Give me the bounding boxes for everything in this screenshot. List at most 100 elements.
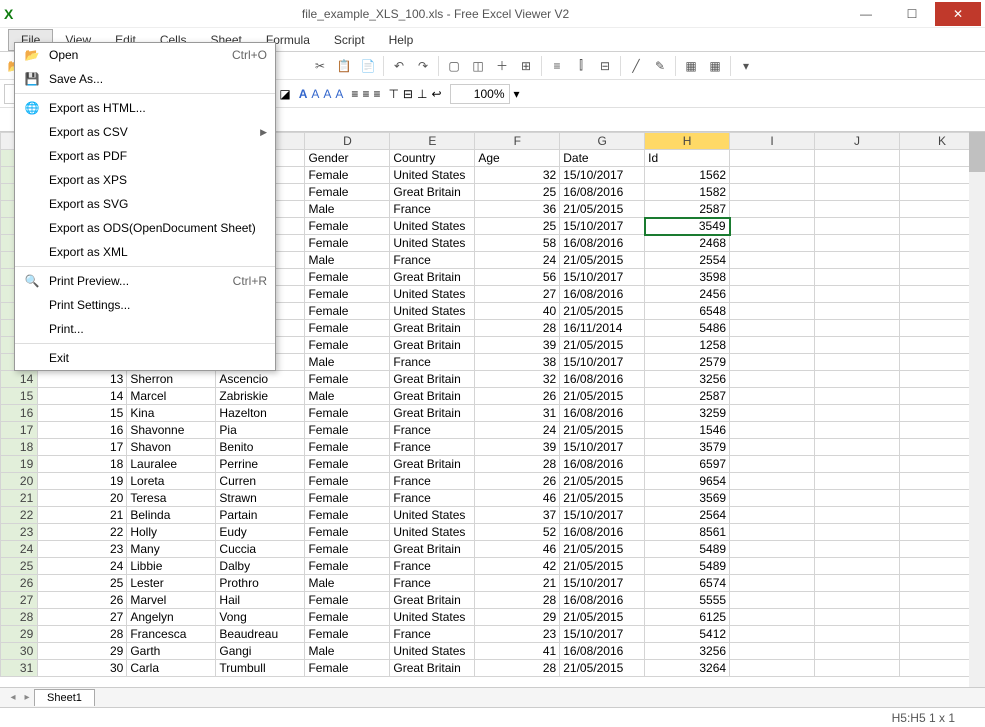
cell[interactable]	[815, 167, 900, 184]
cut-icon[interactable]: ✂	[309, 55, 331, 77]
cell[interactable]: 15/10/2017	[560, 575, 645, 592]
cell[interactable]	[730, 252, 815, 269]
cell[interactable]	[730, 405, 815, 422]
close-button[interactable]: ✕	[935, 2, 981, 26]
cell[interactable]	[815, 320, 900, 337]
cell[interactable]: United States	[390, 218, 475, 235]
cell[interactable]	[815, 252, 900, 269]
cell[interactable]	[815, 337, 900, 354]
cell[interactable]: Garth	[127, 643, 216, 660]
cell[interactable]: Gangi	[216, 643, 305, 660]
cell[interactable]	[815, 473, 900, 490]
cell[interactable]	[730, 354, 815, 371]
col-header-I[interactable]: I	[730, 133, 815, 150]
cell[interactable]: Female	[305, 337, 390, 354]
cell[interactable]: Female	[305, 473, 390, 490]
cell[interactable]: Female	[305, 524, 390, 541]
cell[interactable]: 36	[475, 201, 560, 218]
cell[interactable]	[815, 660, 900, 677]
cell[interactable]: Trumbull	[216, 660, 305, 677]
cell[interactable]: Partain	[216, 507, 305, 524]
cell[interactable]: Male	[305, 354, 390, 371]
cell[interactable]	[815, 371, 900, 388]
cell[interactable]: 58	[475, 235, 560, 252]
cell[interactable]	[730, 643, 815, 660]
cell[interactable]	[730, 660, 815, 677]
cell[interactable]: Female	[305, 405, 390, 422]
cell[interactable]: 16/08/2016	[560, 524, 645, 541]
cell[interactable]	[815, 388, 900, 405]
zoom-dropdown-icon[interactable]: ▾	[514, 87, 520, 101]
col-header-E[interactable]: E	[390, 133, 475, 150]
cell[interactable]: 1582	[645, 184, 730, 201]
row-header-28[interactable]: 28	[1, 609, 38, 626]
cell[interactable]: 21/05/2015	[560, 201, 645, 218]
file-menu-exit[interactable]: Exit	[15, 346, 275, 370]
cell[interactable]	[815, 541, 900, 558]
file-menu-print-preview-[interactable]: 🔍Print Preview...Ctrl+R	[15, 269, 275, 293]
zoom-input[interactable]	[450, 84, 510, 104]
cell[interactable]: France	[390, 490, 475, 507]
cell[interactable]: Belinda	[127, 507, 216, 524]
cell[interactable]: Ascencio	[216, 371, 305, 388]
cell[interactable]: Female	[305, 541, 390, 558]
cell[interactable]: 26	[475, 388, 560, 405]
cell[interactable]: 2587	[645, 388, 730, 405]
cell[interactable]: 21/05/2015	[560, 303, 645, 320]
cell[interactable]	[815, 405, 900, 422]
row-header-22[interactable]: 22	[1, 507, 38, 524]
cell[interactable]: 40	[475, 303, 560, 320]
cell[interactable]: Female	[305, 609, 390, 626]
cell[interactable]	[815, 422, 900, 439]
cell[interactable]: Female	[305, 235, 390, 252]
cell[interactable]: France	[390, 558, 475, 575]
cell[interactable]	[815, 235, 900, 252]
row-header-20[interactable]: 20	[1, 473, 38, 490]
cell[interactable]: 19	[38, 473, 127, 490]
cell[interactable]: Great Britain	[390, 320, 475, 337]
col-header-G[interactable]: G	[560, 133, 645, 150]
cell[interactable]: Holly	[127, 524, 216, 541]
cell[interactable]: 6574	[645, 575, 730, 592]
cell[interactable]: Perrine	[216, 456, 305, 473]
cell[interactable]	[730, 609, 815, 626]
cell[interactable]: Male	[305, 252, 390, 269]
cell[interactable]: 26	[475, 473, 560, 490]
cell[interactable]: 20	[38, 490, 127, 507]
cell[interactable]	[730, 473, 815, 490]
wrap-icon[interactable]: ↩	[431, 87, 441, 101]
cell[interactable]: France	[390, 626, 475, 643]
cell[interactable]: 16/08/2016	[560, 592, 645, 609]
cell[interactable]: 16/08/2016	[560, 456, 645, 473]
cell[interactable]: 27	[475, 286, 560, 303]
cell[interactable]	[815, 592, 900, 609]
cell[interactable]: United States	[390, 235, 475, 252]
sheet-tab[interactable]: Sheet1	[34, 689, 95, 706]
cell[interactable]: 6125	[645, 609, 730, 626]
a4-icon[interactable]: A	[335, 87, 343, 101]
cell[interactable]: Male	[305, 575, 390, 592]
cell[interactable]: Angelyn	[127, 609, 216, 626]
cell[interactable]: 24	[38, 558, 127, 575]
border-icon[interactable]: ▢	[443, 55, 465, 77]
file-menu-export-as-csv[interactable]: Export as CSV▶	[15, 120, 275, 144]
cell[interactable]: Eudy	[216, 524, 305, 541]
cell[interactable]: United States	[390, 524, 475, 541]
cell[interactable]: 3579	[645, 439, 730, 456]
cell[interactable]: 21/05/2015	[560, 252, 645, 269]
cell[interactable]	[730, 490, 815, 507]
cell[interactable]: 41	[475, 643, 560, 660]
cell[interactable]: 3598	[645, 269, 730, 286]
cell[interactable]: 2564	[645, 507, 730, 524]
cell[interactable]: 2468	[645, 235, 730, 252]
cell[interactable]: Male	[305, 643, 390, 660]
row-header-18[interactable]: 18	[1, 439, 38, 456]
cell[interactable]: Female	[305, 269, 390, 286]
cell[interactable]: 2587	[645, 201, 730, 218]
cell[interactable]: France	[390, 354, 475, 371]
row-header-30[interactable]: 30	[1, 643, 38, 660]
cell[interactable]: Female	[305, 371, 390, 388]
cell[interactable]: Female	[305, 320, 390, 337]
cell[interactable]: 2456	[645, 286, 730, 303]
cell[interactable]: Female	[305, 456, 390, 473]
